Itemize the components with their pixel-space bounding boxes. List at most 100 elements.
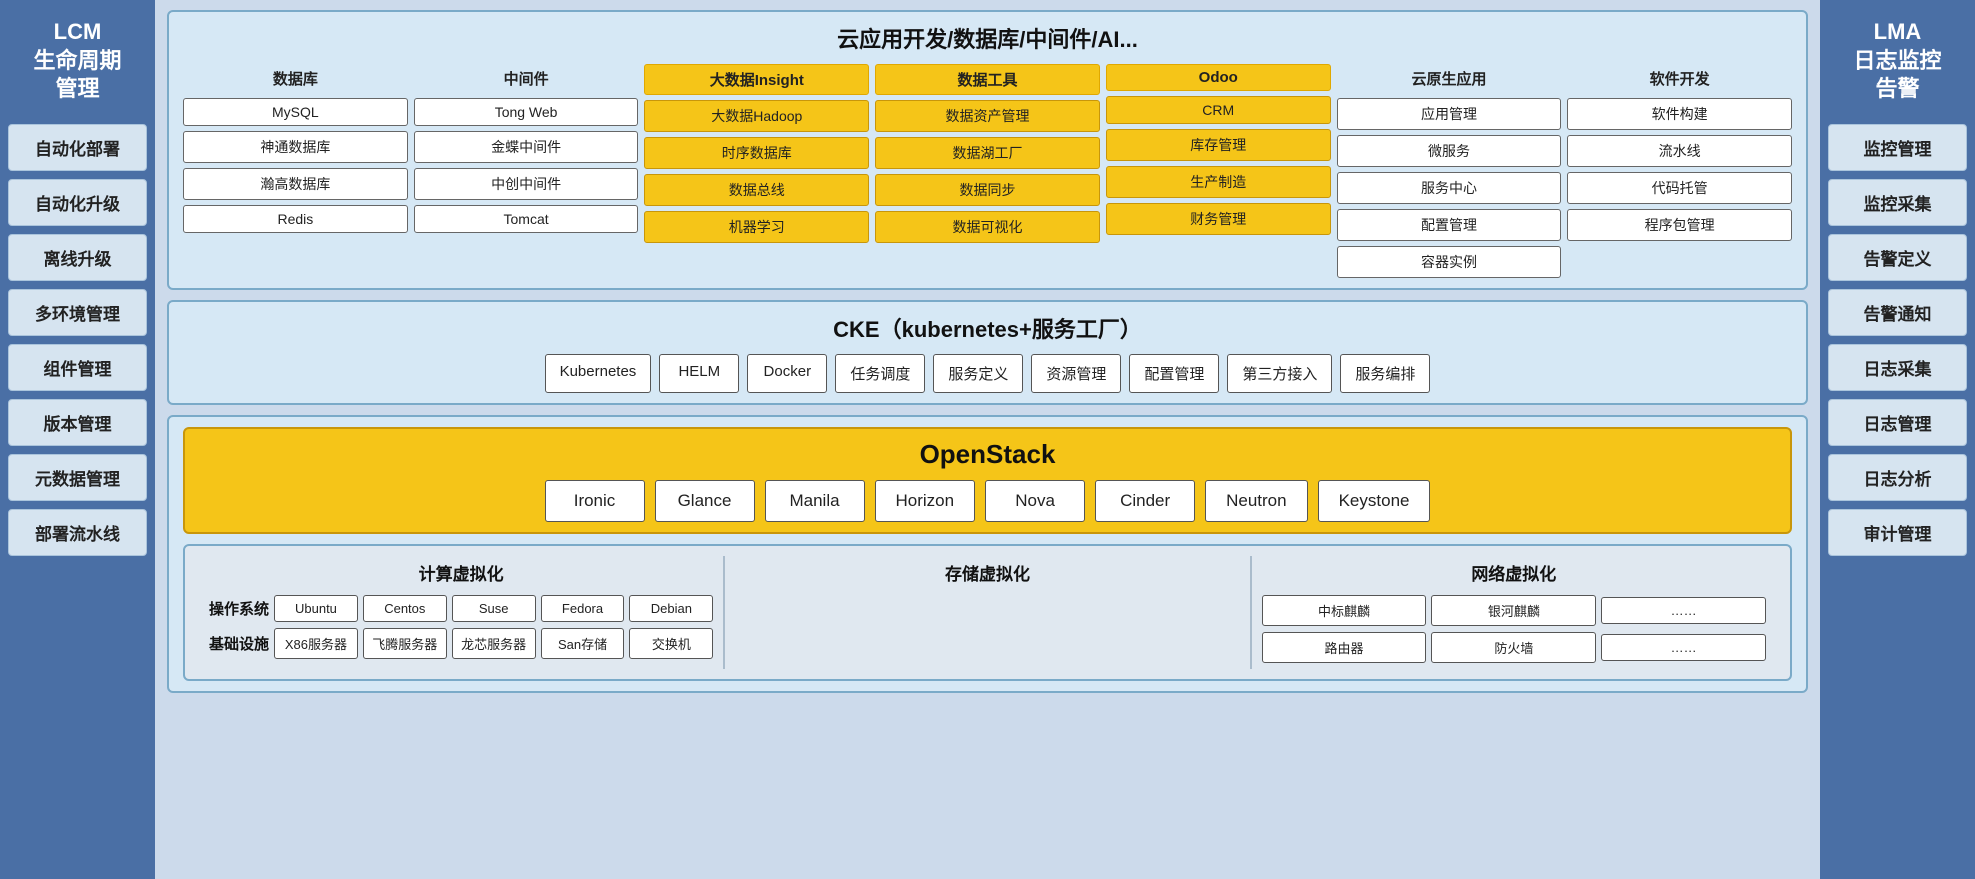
virt-switch: 交换机 [629,628,713,659]
col-header-softdev: 软件开发 [1567,64,1792,93]
virt-row-storage-infra [735,635,1239,669]
col-header-middleware: 中间件 [414,64,639,93]
col-header-bigdata: 大数据Insight [644,64,869,95]
virt-os-label: 操作系统 [209,598,269,619]
db-shentong: 神通数据库 [183,131,408,163]
cke-items: Kubernetes HELM Docker 任务调度 服务定义 资源管理 配置… [183,354,1792,393]
main-content: 云应用开发/数据库/中间件/AI... 数据库 MySQL 神通数据库 瀚高数据… [155,0,1820,879]
virt-row-os: 操作系统 Ubuntu Centos Suse Fedora Debian [209,595,713,622]
odoo-finance: 财务管理 [1106,203,1331,235]
cloud-col-bigdata: 大数据Insight 大数据Hadoop 时序数据库 数据总线 机器学习 [644,64,869,243]
db-redis: Redis [183,205,408,233]
mw-tongweb: Tong Web [414,98,639,126]
sidebar-left-title: LCM生命周期管理 [33,10,121,116]
virt-row-net-infra: 路由器 防火墙 …… [1262,632,1766,663]
virt-col-compute-title: 计算虚拟化 [209,556,713,589]
os-virt-wrapper: OpenStack Ironic Glance Manila Horizon N… [167,415,1808,693]
virt-infra-ellipsis: …… [1601,634,1766,661]
virt-firewall: 防火墙 [1431,632,1596,663]
openstack-section: OpenStack Ironic Glance Manila Horizon N… [183,427,1792,534]
cn-servicecenter: 服务中心 [1337,172,1562,204]
dt-viz: 数据可视化 [875,211,1100,243]
virt-phytium: 飞腾服务器 [363,628,447,659]
odoo-manufacturing: 生产制造 [1106,166,1331,198]
cloud-col-odoo: Odoo CRM 库存管理 生产制造 财务管理 [1106,64,1331,235]
db-hangao: 瀚高数据库 [183,168,408,200]
dt-asset: 数据资产管理 [875,100,1100,132]
cloud-col-cloudnative: 云原生应用 应用管理 微服务 服务中心 配置管理 容器实例 [1337,64,1562,278]
col-header-datatools: 数据工具 [875,64,1100,95]
sidebar-item-version-mgmt[interactable]: 版本管理 [8,399,147,446]
os-keystone: Keystone [1318,480,1431,522]
virt-columns: 计算虚拟化 操作系统 Ubuntu Centos Suse Fedora Deb… [199,556,1776,669]
virt-centos: Centos [363,595,447,622]
sd-pkgmgmt: 程序包管理 [1567,209,1792,241]
mw-tomcat: Tomcat [414,205,639,233]
os-ironic: Ironic [545,480,645,522]
sidebar-item-component-mgmt[interactable]: 组件管理 [8,344,147,391]
sidebar-item-audit-mgmt[interactable]: 审计管理 [1828,509,1967,556]
virt-col-storage-title: 存储虚拟化 [735,556,1239,589]
cloud-col-datatools: 数据工具 数据资产管理 数据湖工厂 数据同步 数据可视化 [875,64,1100,243]
virt-suse: Suse [452,595,536,622]
cke-helm: HELM [659,354,739,393]
dt-lakehouse: 数据湖工厂 [875,137,1100,169]
col-header-database: 数据库 [183,64,408,93]
virt-loongson: 龙芯服务器 [452,628,536,659]
sidebar-item-alert-notify[interactable]: 告警通知 [1828,289,1967,336]
virt-row-storage-os [735,595,1239,629]
col-header-odoo: Odoo [1106,64,1331,91]
sidebar-item-auto-upgrade[interactable]: 自动化升级 [8,179,147,226]
sidebar-item-alert-def[interactable]: 告警定义 [1828,234,1967,281]
cke-config-mgmt: 配置管理 [1129,354,1219,393]
sidebar-item-monitor-collect[interactable]: 监控采集 [1828,179,1967,226]
virt-neokylin: 中标麒麟 [1262,595,1427,626]
mw-zhongchuang: 中创中间件 [414,168,639,200]
virt-col-network-title: 网络虚拟化 [1262,556,1766,589]
os-horizon: Horizon [875,480,976,522]
sd-build: 软件构建 [1567,98,1792,130]
cn-container: 容器实例 [1337,246,1562,278]
cloud-section: 云应用开发/数据库/中间件/AI... 数据库 MySQL 神通数据库 瀚高数据… [167,10,1808,290]
bd-databus: 数据总线 [644,174,869,206]
cke-docker: Docker [747,354,827,393]
sidebar-item-deploy-pipeline[interactable]: 部署流水线 [8,509,147,556]
db-mysql: MySQL [183,98,408,126]
virt-infra-label: 基础设施 [209,633,269,654]
cloud-section-title: 云应用开发/数据库/中间件/AI... [183,22,1792,54]
cn-microservice: 微服务 [1337,135,1562,167]
virt-row-net-os: 中标麒麟 银河麒麟 …… [1262,595,1766,626]
virt-ubuntu: Ubuntu [274,595,358,622]
sd-pipeline: 流水线 [1567,135,1792,167]
cke-service-def: 服务定义 [933,354,1023,393]
virt-x86: X86服务器 [274,628,358,659]
cn-appmgmt: 应用管理 [1337,98,1562,130]
dt-sync: 数据同步 [875,174,1100,206]
virt-fedora: Fedora [541,595,625,622]
sidebar-item-auto-deploy[interactable]: 自动化部署 [8,124,147,171]
cloud-columns: 数据库 MySQL 神通数据库 瀚高数据库 Redis 中间件 Tong Web… [183,64,1792,278]
col-header-cloudnative: 云原生应用 [1337,64,1562,93]
sidebar-item-monitor-mgmt[interactable]: 监控管理 [1828,124,1967,171]
bd-ml: 机器学习 [644,211,869,243]
os-glance: Glance [655,480,755,522]
openstack-title: OpenStack [199,439,1776,470]
sidebar-item-log-mgmt[interactable]: 日志管理 [1828,399,1967,446]
virt-router: 路由器 [1262,632,1427,663]
os-neutron: Neutron [1205,480,1307,522]
sidebar-item-offline-upgrade[interactable]: 离线升级 [8,234,147,281]
virt-san: San存储 [541,628,625,659]
sidebar-left: LCM生命周期管理 自动化部署 自动化升级 离线升级 多环境管理 组件管理 版本… [0,0,155,879]
cke-section: CKE（kubernetes+服务工厂） Kubernetes HELM Doc… [167,300,1808,405]
sidebar-item-log-collect[interactable]: 日志采集 [1828,344,1967,391]
sidebar-right-title: LMA日志监控告警 [1853,10,1941,116]
sd-coderepo: 代码托管 [1567,172,1792,204]
sidebar-item-multi-env[interactable]: 多环境管理 [8,289,147,336]
sidebar-item-metadata-mgmt[interactable]: 元数据管理 [8,454,147,501]
cn-configmgmt: 配置管理 [1337,209,1562,241]
virt-os-ellipsis: …… [1601,597,1766,624]
cke-kubernetes: Kubernetes [545,354,652,393]
sidebar-item-log-analysis[interactable]: 日志分析 [1828,454,1967,501]
odoo-inventory: 库存管理 [1106,129,1331,161]
openstack-items: Ironic Glance Manila Horizon Nova Cinder… [199,480,1776,522]
